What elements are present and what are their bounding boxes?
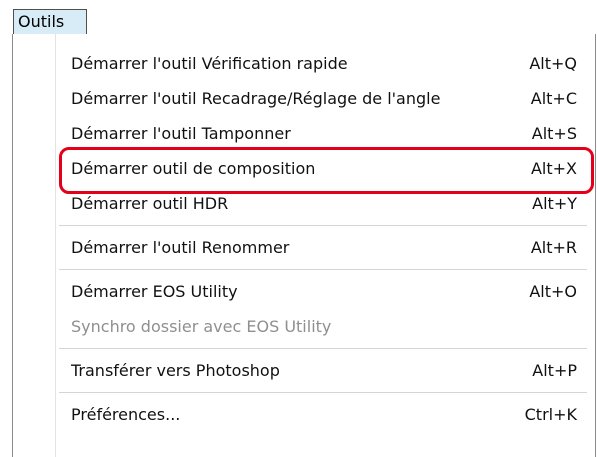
menu-item-shortcut: Alt+Q	[529, 54, 577, 73]
menu-item-hdr[interactable]: Démarrer outil HDR Alt+Y	[13, 186, 595, 221]
menu-item-photoshop[interactable]: Transférer vers Photoshop Alt+P	[13, 353, 595, 388]
menu-item-synchro-dossier: Synchro dossier avec EOS Utility	[13, 309, 595, 344]
menu-item-composition[interactable]: Démarrer outil de composition Alt+X	[13, 151, 595, 186]
menu-item-label: Démarrer l'outil Recadrage/Réglage de l'…	[71, 89, 441, 108]
menu-item-tamponner[interactable]: Démarrer l'outil Tamponner Alt+S	[13, 116, 595, 151]
menu-item-label: Démarrer l'outil Renommer	[71, 238, 290, 257]
menu-item-label: Transférer vers Photoshop	[71, 361, 280, 380]
menu-item-list: Démarrer l'outil Vérification rapide Alt…	[13, 46, 595, 432]
screenshot-canvas: Outils Démarrer l'outil Vérification rap…	[0, 0, 597, 457]
menu-item-eos-utility[interactable]: Démarrer EOS Utility Alt+O	[13, 274, 595, 309]
menu-separator	[13, 344, 595, 353]
menu-item-label: Démarrer outil de composition	[71, 159, 316, 178]
outils-dropdown-menu: Démarrer l'outil Vérification rapide Alt…	[12, 34, 596, 457]
menu-item-verification-rapide[interactable]: Démarrer l'outil Vérification rapide Alt…	[13, 46, 595, 81]
menu-item-renommer[interactable]: Démarrer l'outil Renommer Alt+R	[13, 230, 595, 265]
menu-item-label: Démarrer outil HDR	[71, 194, 229, 213]
menu-item-shortcut: Alt+S	[531, 124, 577, 143]
menu-item-recadrage-angle[interactable]: Démarrer l'outil Recadrage/Réglage de l'…	[13, 81, 595, 116]
menu-item-shortcut: Alt+R	[530, 238, 577, 257]
menu-separator	[13, 265, 595, 274]
menu-item-shortcut: Alt+X	[530, 159, 577, 178]
menu-item-shortcut: Ctrl+K	[524, 405, 577, 424]
menu-item-shortcut: Alt+Y	[532, 194, 577, 213]
menu-item-label: Démarrer l'outil Vérification rapide	[71, 54, 348, 73]
menu-item-label: Préférences...	[71, 405, 181, 424]
menu-item-shortcut: Alt+P	[532, 361, 577, 380]
menu-item-label: Démarrer l'outil Tamponner	[71, 124, 291, 143]
menu-outils-button[interactable]: Outils	[13, 9, 87, 35]
menu-outils-label: Outils	[18, 12, 65, 31]
menu-separator	[13, 388, 595, 397]
menu-item-label: Synchro dossier avec EOS Utility	[71, 317, 332, 336]
menu-item-shortcut: Alt+O	[529, 282, 577, 301]
menu-item-preferences[interactable]: Préférences... Ctrl+K	[13, 397, 595, 432]
menu-item-label: Démarrer EOS Utility	[71, 282, 238, 301]
menu-item-shortcut: Alt+C	[530, 89, 577, 108]
menu-separator	[13, 221, 595, 230]
